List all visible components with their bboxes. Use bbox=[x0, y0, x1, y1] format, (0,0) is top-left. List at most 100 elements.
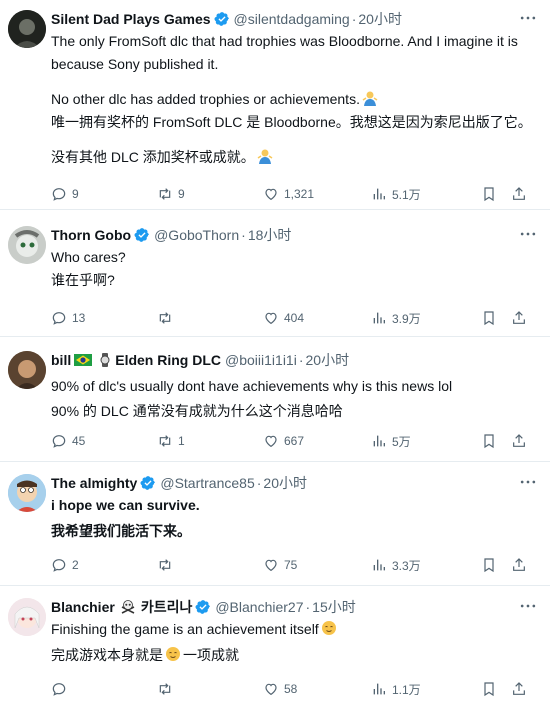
reply-button[interactable]: 45 bbox=[51, 433, 85, 449]
relieved-face-emoji-icon bbox=[166, 647, 180, 661]
views-button[interactable]: 3.3万 bbox=[371, 557, 421, 574]
handle[interactable]: @GoboThorn bbox=[154, 227, 239, 243]
reply-button[interactable] bbox=[51, 681, 82, 697]
views-button[interactable]: 1.1万 bbox=[371, 681, 421, 698]
tweet-header: Thorn Gobo @GoboThorn · 18小时 bbox=[51, 224, 542, 246]
reply-icon bbox=[52, 188, 66, 201]
retweet-icon bbox=[159, 188, 171, 200]
display-name[interactable]: Thorn Gobo bbox=[51, 227, 131, 243]
action-bar: 58 1.1万 bbox=[51, 678, 542, 700]
reply-icon bbox=[52, 312, 66, 325]
person-shrugging-emoji-icon bbox=[362, 91, 378, 106]
more-options-icon[interactable] bbox=[518, 596, 538, 616]
display-name[interactable]: bill bbox=[51, 352, 71, 368]
timestamp[interactable]: 20小时 bbox=[358, 9, 402, 29]
action-bar: 45 1 667 5万 bbox=[51, 430, 542, 452]
handle[interactable]: @Startrance85 bbox=[160, 475, 254, 491]
reply-button[interactable]: 9 bbox=[51, 186, 82, 202]
display-name[interactable]: Silent Dad Plays Games bbox=[51, 11, 211, 27]
tweet[interactable]: Thorn Gobo @GoboThorn · 18小时 Who cares? … bbox=[0, 210, 550, 337]
tweet-text-line: because Sony published it. bbox=[51, 56, 219, 72]
tweet-header: bill Elden Ring DLC @boiii1i1i1i · 20小时 bbox=[51, 350, 350, 370]
timestamp[interactable]: 20小时 bbox=[306, 350, 350, 370]
verified-badge-icon bbox=[214, 12, 229, 26]
retweet-button[interactable] bbox=[157, 557, 188, 573]
timestamp[interactable]: 18小时 bbox=[248, 225, 292, 245]
tweet-text-line: Finishing the game is an achievement its… bbox=[51, 618, 542, 641]
share-button[interactable] bbox=[511, 433, 532, 449]
more-options-icon[interactable] bbox=[518, 224, 538, 244]
verified-badge-icon bbox=[140, 476, 156, 490]
heart-icon bbox=[265, 188, 277, 201]
avatar[interactable] bbox=[8, 10, 46, 48]
views-button[interactable]: 5.1万 bbox=[371, 186, 421, 203]
display-name[interactable]: Blanchier bbox=[51, 599, 115, 615]
views-chart-icon bbox=[373, 312, 385, 324]
views-chart-icon bbox=[373, 559, 385, 571]
share-icon bbox=[513, 187, 525, 200]
share-icon bbox=[513, 682, 525, 695]
like-button[interactable]: 75 bbox=[263, 557, 297, 573]
more-options-icon[interactable] bbox=[518, 472, 538, 492]
verified-badge-icon bbox=[134, 228, 149, 242]
tweet[interactable]: Blanchier 카트리나 @Blanchier27 · 15小时 Finis… bbox=[0, 586, 550, 702]
heart-icon bbox=[265, 435, 277, 448]
timestamp[interactable]: 15小时 bbox=[312, 597, 356, 617]
action-bar: 9 9 1,321 5.1万 bbox=[51, 183, 542, 205]
share-button[interactable] bbox=[511, 557, 532, 573]
avatar[interactable] bbox=[8, 598, 46, 636]
tweet[interactable]: The almighty @Startrance85 · 20小时 i hope… bbox=[0, 462, 550, 586]
watch-icon bbox=[100, 353, 110, 367]
verified-badge-icon bbox=[195, 600, 211, 614]
tweet-text-line: i hope we can survive. bbox=[51, 497, 200, 513]
tweet-text-line: 我希望我们能活下来。 bbox=[51, 523, 191, 539]
views-chart-icon bbox=[373, 188, 385, 200]
tweet[interactable]: bill Elden Ring DLC @boiii1i1i1i · 20小时 … bbox=[0, 337, 550, 462]
bookmark-button[interactable] bbox=[481, 557, 502, 573]
avatar[interactable] bbox=[8, 226, 46, 264]
views-chart-icon bbox=[373, 683, 385, 695]
display-name[interactable]: The almighty bbox=[51, 475, 137, 491]
retweet-button[interactable]: 9 bbox=[157, 186, 188, 202]
bookmark-button[interactable] bbox=[481, 186, 502, 202]
more-options-icon[interactable] bbox=[518, 8, 538, 28]
share-button[interactable] bbox=[511, 310, 532, 326]
skull-crossbones-icon bbox=[121, 600, 135, 614]
bookmark-icon bbox=[484, 558, 494, 573]
handle[interactable]: @boiii1i1i1i bbox=[225, 352, 297, 368]
like-button[interactable]: 1,321 bbox=[263, 186, 314, 202]
avatar[interactable] bbox=[8, 351, 46, 389]
handle[interactable]: @Blanchier27 bbox=[215, 599, 303, 615]
retweet-icon bbox=[159, 435, 171, 447]
share-button[interactable] bbox=[511, 681, 532, 697]
display-name-suffix[interactable]: 카트리나 bbox=[141, 597, 193, 617]
retweet-icon bbox=[159, 312, 171, 324]
reply-icon bbox=[52, 435, 66, 448]
share-button[interactable] bbox=[511, 186, 532, 202]
views-button[interactable]: 5万 bbox=[371, 433, 411, 450]
handle[interactable]: @silentdadgaming bbox=[234, 11, 350, 27]
reply-button[interactable]: 13 bbox=[51, 310, 85, 326]
avatar[interactable] bbox=[8, 474, 46, 512]
retweet-button[interactable]: 1 bbox=[157, 433, 188, 449]
reply-button[interactable]: 2 bbox=[51, 557, 82, 573]
action-bar: 13 404 3.9万 bbox=[51, 307, 542, 329]
tweet[interactable]: Silent Dad Plays Games @silentdadgaming … bbox=[0, 0, 550, 210]
views-button[interactable]: 3.9万 bbox=[371, 310, 421, 327]
retweet-button[interactable] bbox=[157, 310, 188, 326]
heart-icon bbox=[265, 559, 277, 572]
bookmark-button[interactable] bbox=[481, 681, 502, 697]
like-button[interactable]: 667 bbox=[263, 433, 304, 449]
retweet-button[interactable] bbox=[157, 681, 188, 697]
like-button[interactable]: 58 bbox=[263, 681, 297, 697]
display-name-suffix[interactable]: Elden Ring DLC bbox=[115, 352, 221, 368]
bookmark-button[interactable] bbox=[481, 310, 502, 326]
like-button[interactable]: 404 bbox=[263, 310, 304, 326]
timestamp[interactable]: 20小时 bbox=[263, 473, 307, 493]
tweet-text-line: 谁在乎啊? bbox=[51, 272, 115, 288]
bookmark-button[interactable] bbox=[481, 433, 502, 449]
brazil-flag-icon bbox=[74, 354, 93, 366]
tweet-text-line: 唯一拥有奖杯的 FromSoft DLC 是 Bloodborne。我想这是因为… bbox=[51, 114, 532, 130]
reply-icon bbox=[52, 559, 66, 572]
share-icon bbox=[513, 434, 525, 447]
